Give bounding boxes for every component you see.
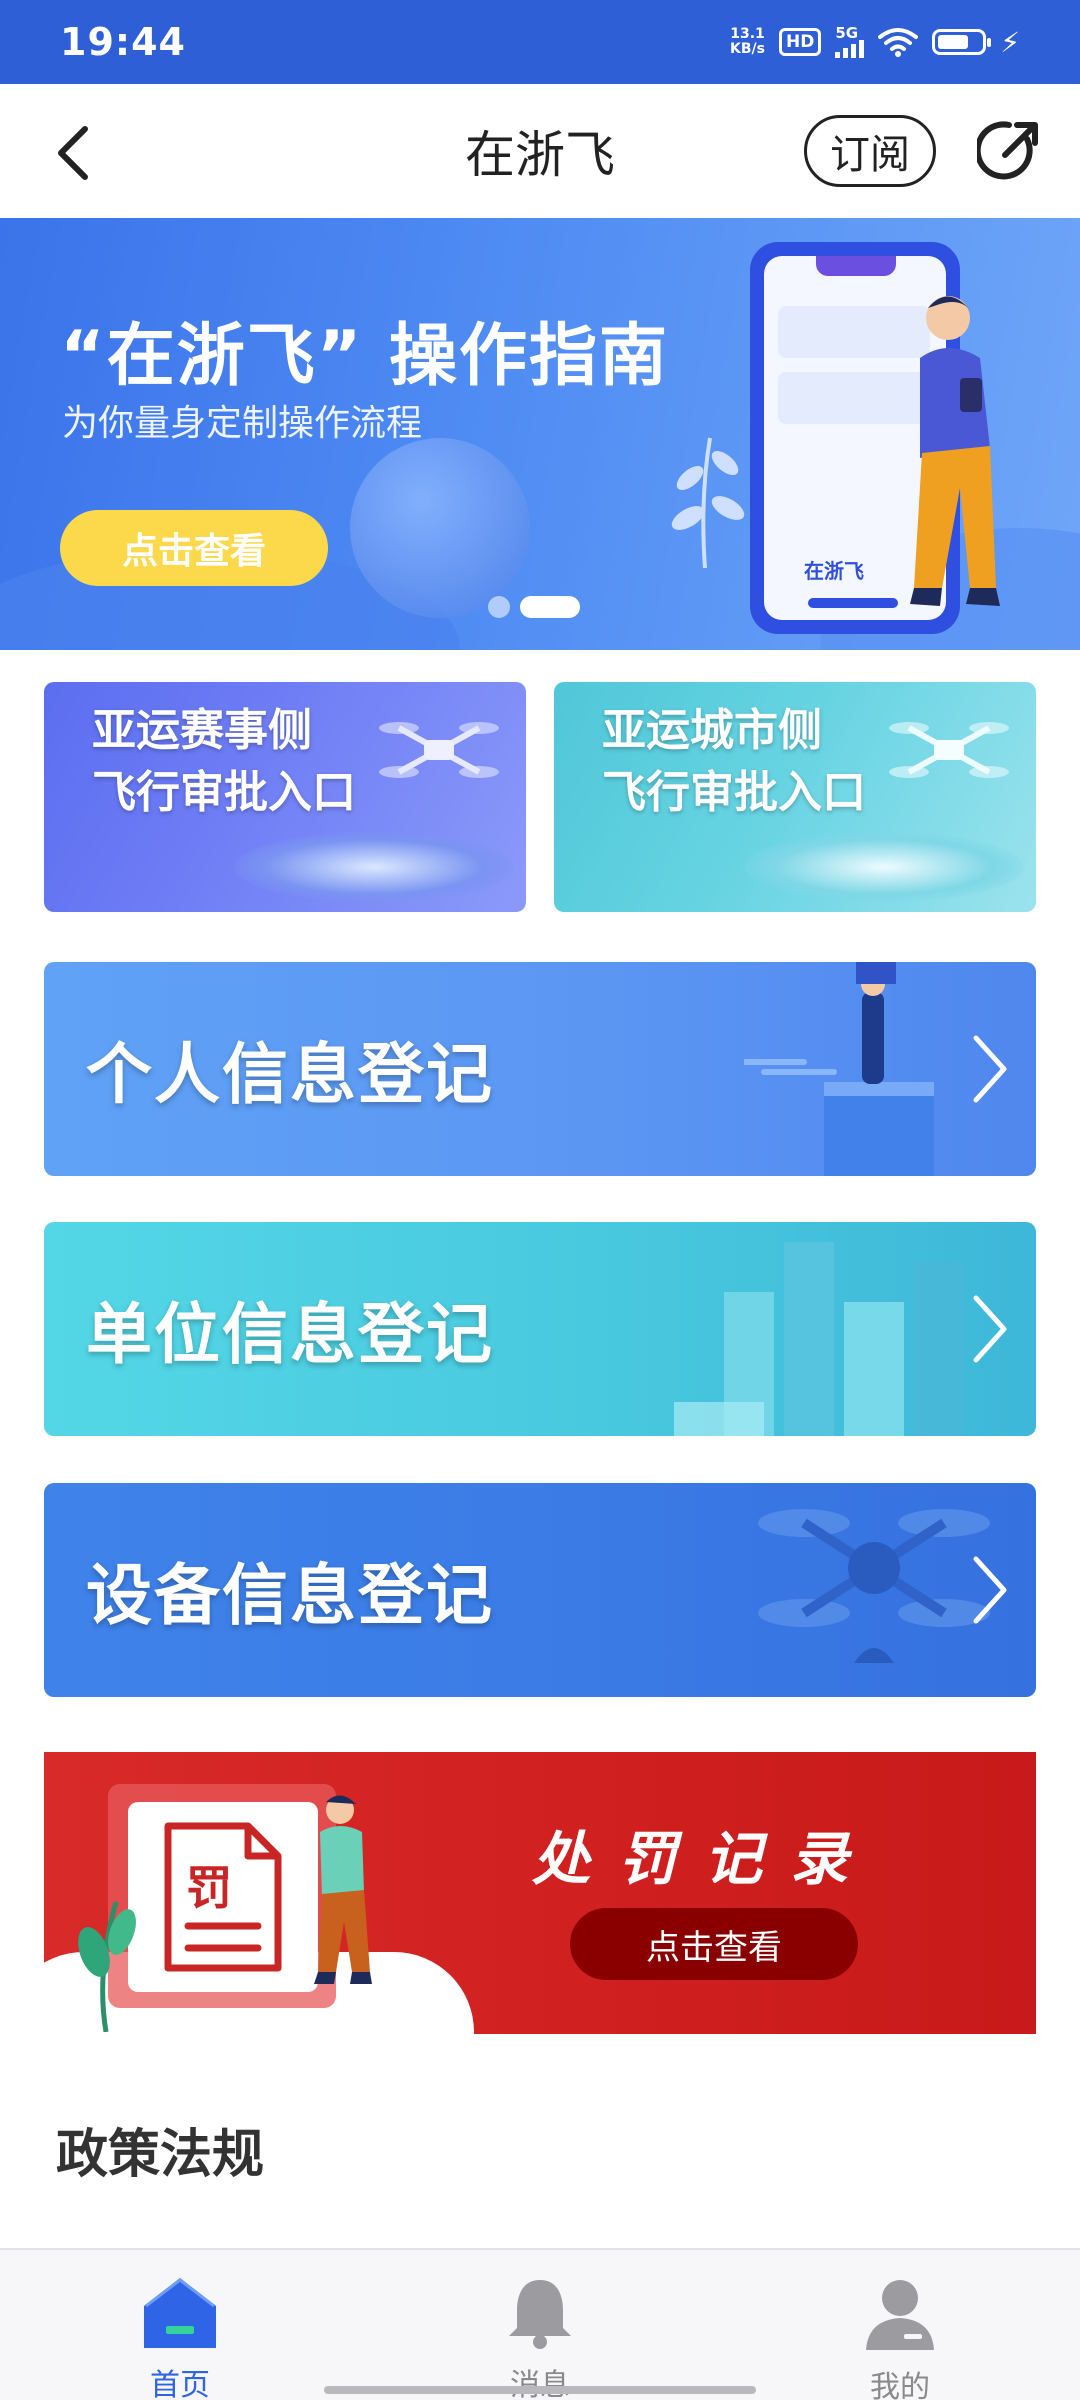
drone-icon — [889, 722, 1009, 778]
personal-info-registration[interactable]: 个人信息登记 — [44, 962, 1036, 1176]
city-approval-label: 亚运城市侧 飞行审批入口 — [602, 700, 866, 824]
phone-brand-text: 在浙飞 — [804, 559, 864, 583]
app-screen: 19:44 13.1 KB/s HD 5G ⚡ 在浙飞 订阅 “在浙飞” 操作指… — [0, 0, 1080, 2400]
chevron-right-icon — [973, 1035, 1007, 1103]
person-illustration-icon — [910, 296, 1000, 606]
signal-icon: 5G — [835, 24, 865, 58]
network-speed-value: 13.1 — [730, 26, 765, 42]
back-button[interactable] — [38, 118, 108, 188]
wifi-icon — [878, 28, 919, 57]
hd-icon: HD — [778, 28, 822, 56]
penalty-record-title: 处罚记录 — [532, 1825, 877, 1893]
penalty-document-icon: 罚 — [128, 1802, 318, 1992]
sports-approval-line2: 飞行审批入口 — [92, 767, 356, 818]
city-buildings-illustration-icon — [674, 1242, 964, 1436]
carousel-indicator — [488, 596, 580, 618]
tab-messages[interactable]: 消息 — [360, 2250, 720, 2400]
city-approval-line1: 亚运城市侧 — [602, 705, 822, 756]
tab-messages-label: 消息 — [510, 2368, 570, 2400]
home-indicator[interactable] — [324, 2386, 756, 2394]
sports-approval-label: 亚运赛事侧 飞行审批入口 — [92, 700, 356, 824]
device-info-registration[interactable]: 设备信息登记 — [44, 1483, 1036, 1697]
charging-icon: ⚡ — [1000, 25, 1020, 59]
network-speed: 13.1 KB/s — [730, 27, 765, 57]
penalty-view-button[interactable]: 点击查看 — [570, 1908, 858, 1980]
chevron-left-icon — [58, 126, 88, 180]
guide-banner[interactable]: “在浙飞” 操作指南 为你量身定制操作流程 点击查看 在浙飞 — [0, 218, 1080, 650]
tab-home[interactable]: 首页 — [0, 2250, 360, 2400]
carousel-dot[interactable] — [488, 596, 510, 618]
organization-info-registration[interactable]: 单位信息登记 — [44, 1222, 1036, 1436]
share-button[interactable] — [974, 116, 1044, 186]
leaf-decoration-icon — [671, 437, 745, 568]
app-header: 在浙飞 订阅 — [0, 84, 1080, 218]
signal-label: 5G — [835, 24, 859, 42]
person-illustration-icon — [314, 1795, 372, 1984]
user-icon — [866, 2280, 934, 2350]
policy-section-title: 政策法规 — [56, 2125, 265, 2185]
banner-view-button[interactable]: 点击查看 — [60, 510, 328, 586]
banner-orb-decoration — [350, 438, 530, 618]
penalty-record-banner[interactable]: 罚 处罚记录 点击查看 — [44, 1752, 1036, 2034]
penalty-doc-glyph: 罚 — [186, 1861, 232, 1915]
battery-icon — [932, 29, 992, 55]
organization-info-label: 单位信息登记 — [86, 1296, 494, 1373]
plant-decoration-icon — [78, 1901, 136, 2032]
bell-icon — [509, 2280, 571, 2349]
chevron-right-icon — [973, 1295, 1007, 1363]
page-title: 在浙飞 — [465, 126, 615, 184]
network-speed-unit: KB/s — [730, 41, 765, 57]
stadium-illustration — [234, 832, 514, 902]
status-icons: 13.1 KB/s HD 5G ⚡ — [730, 26, 1020, 59]
city-approval-line2: 飞行审批入口 — [602, 767, 866, 818]
status-time: 19:44 — [60, 20, 186, 64]
banner-title: “在浙飞” 操作指南 — [60, 317, 670, 396]
chevron-right-icon — [973, 1556, 1007, 1624]
drone-icon — [379, 722, 499, 778]
device-info-label: 设备信息登记 — [86, 1557, 494, 1634]
sports-approval-line1: 亚运赛事侧 — [92, 705, 312, 756]
person-on-cube-illustration-icon — [744, 962, 934, 1176]
tab-profile-label: 我的 — [870, 2370, 930, 2400]
carousel-dot-active[interactable] — [520, 596, 580, 618]
bottom-tab-bar: 首页 消息 我的 — [0, 2248, 1080, 2400]
status-bar: 19:44 13.1 KB/s HD 5G ⚡ — [0, 0, 1080, 84]
personal-info-label: 个人信息登记 — [86, 1036, 494, 1113]
tab-profile[interactable]: 我的 — [720, 2250, 1080, 2400]
sports-approval-entry[interactable]: 亚运赛事侧 飞行审批入口 — [44, 682, 526, 912]
stadium-illustration — [744, 832, 1024, 902]
city-approval-entry[interactable]: 亚运城市侧 飞行审批入口 — [554, 682, 1036, 912]
tab-home-label: 首页 — [150, 2368, 210, 2400]
share-icon — [977, 121, 1038, 180]
banner-subtitle: 为你量身定制操作流程 — [62, 403, 423, 444]
home-icon — [144, 2278, 216, 2348]
subscribe-button[interactable]: 订阅 — [804, 115, 936, 187]
